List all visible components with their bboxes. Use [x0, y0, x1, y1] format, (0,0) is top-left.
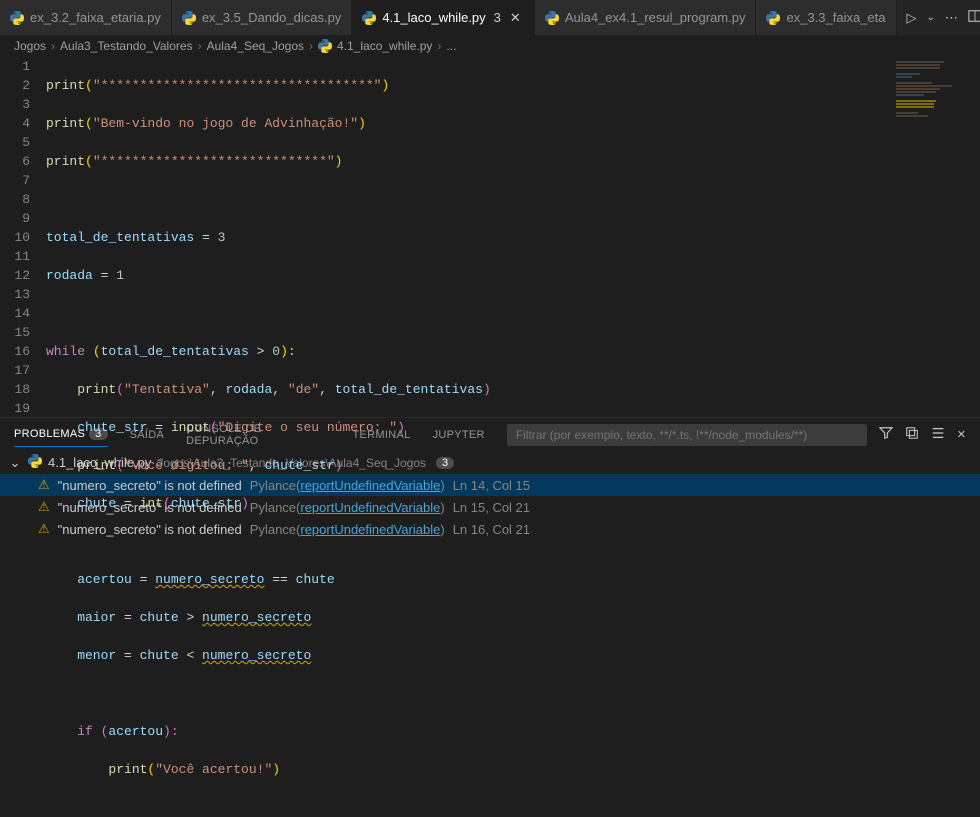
tab-ex35[interactable]: ex_3.5_Dando_dicas.py: [172, 0, 353, 35]
tab-label: ex_3.3_faixa_eta: [786, 10, 885, 25]
tab-aula4-ex41[interactable]: Aula4_ex4.1_resul_program.py: [535, 0, 757, 35]
tab-label: ex_3.5_Dando_dicas.py: [202, 10, 342, 25]
breadcrumb-seg[interactable]: ...: [446, 39, 456, 53]
chevron-down-icon[interactable]: ⌄: [8, 455, 22, 471]
tab-dirty-badge: 3: [494, 10, 501, 25]
chevron-down-icon[interactable]: ⌄: [927, 12, 935, 23]
tab-41-laco-while[interactable]: 4.1_laco_while.py 3 ✕: [352, 0, 535, 35]
python-icon: [318, 39, 332, 53]
code-area[interactable]: print("*********************************…: [46, 57, 980, 417]
tab-label: Aula4_ex4.1_resul_program.py: [565, 10, 746, 25]
python-icon: [10, 11, 24, 25]
minimap-preview: [896, 61, 976, 141]
python-icon: [362, 11, 376, 25]
chevron-right-icon: ›: [309, 39, 313, 53]
breadcrumb-seg[interactable]: Aula3_Testando_Valores: [60, 39, 193, 53]
close-icon[interactable]: ✕: [507, 10, 524, 26]
editor[interactable]: 123 456 789 101112 131415 161718 19 prin…: [0, 57, 980, 417]
split-editor-icon[interactable]: [968, 9, 980, 26]
breadcrumb-seg[interactable]: Jogos: [14, 39, 46, 53]
more-icon[interactable]: ⋯: [945, 10, 958, 26]
run-icon[interactable]: ▷: [907, 10, 917, 26]
chevron-right-icon: ›: [51, 39, 55, 53]
tab-ex32[interactable]: ex_3.2_faixa_etaria.py: [0, 0, 172, 35]
breadcrumb[interactable]: Jogos › Aula3_Testando_Valores › Aula4_S…: [0, 35, 980, 57]
editor-tabs-bar: ex_3.2_faixa_etaria.py ex_3.5_Dando_dica…: [0, 0, 980, 35]
tab-ex33[interactable]: ex_3.3_faixa_eta: [756, 0, 896, 35]
chevron-right-icon: ›: [198, 39, 202, 53]
tab-label: 4.1_laco_while.py: [382, 10, 485, 25]
python-icon: [182, 11, 196, 25]
line-gutter: 123 456 789 101112 131415 161718 19: [0, 57, 46, 417]
python-icon: [545, 11, 559, 25]
tab-label: ex_3.2_faixa_etaria.py: [30, 10, 161, 25]
python-icon: [766, 11, 780, 25]
tabs-actions: ▷ ⌄ ⋯: [897, 0, 980, 35]
breadcrumb-seg[interactable]: 4.1_laco_while.py: [337, 39, 432, 53]
python-icon: [28, 454, 42, 471]
breadcrumb-seg[interactable]: Aula4_Seq_Jogos: [207, 39, 304, 53]
minimap[interactable]: [890, 57, 980, 417]
chevron-right-icon: ›: [437, 39, 441, 53]
